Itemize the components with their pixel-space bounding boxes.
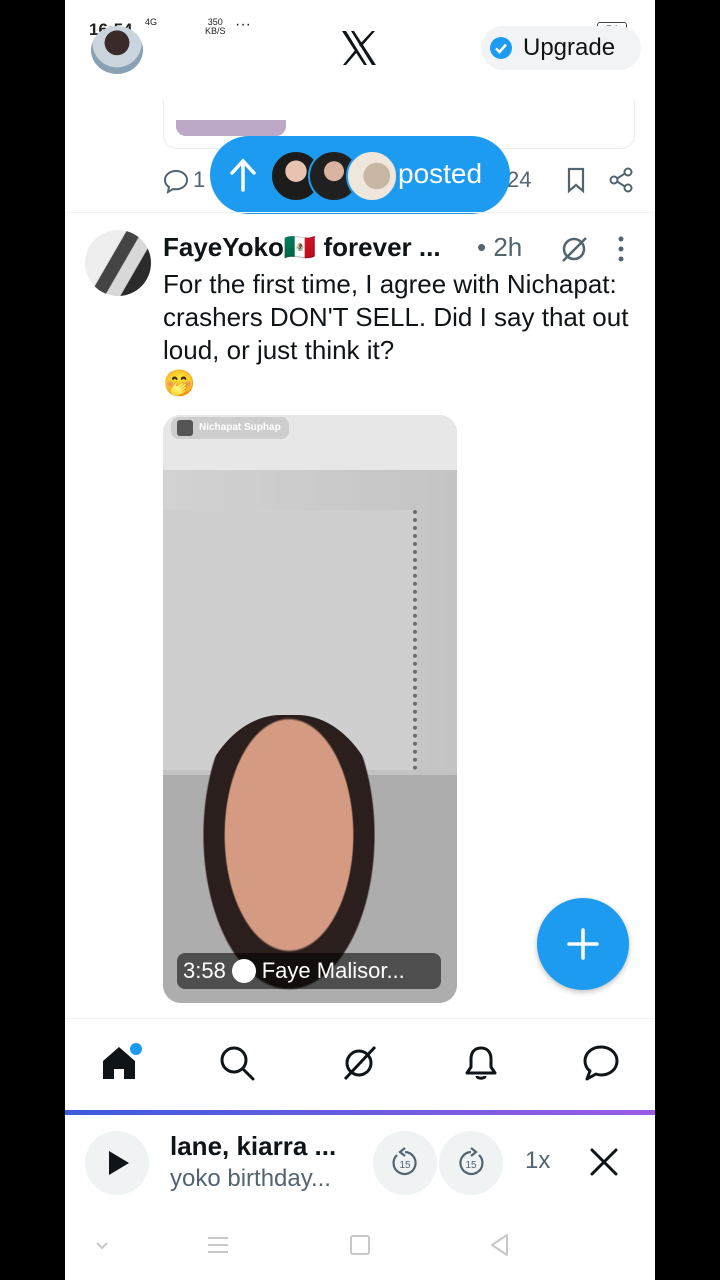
badge-avatar (177, 420, 193, 436)
chevron-down-icon[interactable] (89, 1232, 115, 1258)
search-icon[interactable] (217, 1043, 257, 1083)
plus-icon (567, 928, 599, 960)
video-caption: 3:58 Faye Malisor... (177, 953, 441, 989)
x-logo-icon[interactable] (339, 28, 379, 68)
reply-count: 1 (193, 167, 206, 192)
network-speed: 350 KB/S (205, 18, 226, 36)
views-count: 24 (507, 167, 532, 192)
upgrade-button[interactable]: Upgrade (481, 26, 641, 70)
skip-back-button[interactable]: 15 (373, 1131, 437, 1195)
new-posts-pill[interactable]: posted (210, 136, 510, 214)
author-avatar[interactable] (85, 230, 151, 296)
close-icon[interactable] (587, 1145, 621, 1179)
source-logo-icon (231, 959, 256, 983)
share-icon[interactable] (607, 166, 635, 194)
system-nav-bar (65, 1210, 655, 1280)
tweet-divider (65, 212, 655, 213)
video-source: Faye Malisor... (261, 958, 405, 983)
previous-tweet-image (176, 120, 286, 136)
compose-button[interactable] (537, 898, 629, 990)
status-more-icon: ··· (235, 16, 251, 33)
home-notification-dot (128, 1041, 144, 1057)
player-title: lane, kiarra ... (170, 1131, 337, 1161)
more-options-icon[interactable] (611, 234, 631, 264)
menu-icon[interactable] (205, 1232, 231, 1258)
bottom-nav (65, 1018, 655, 1111)
reply-icon[interactable] (163, 168, 189, 194)
play-button[interactable] (85, 1131, 149, 1195)
profile-avatar[interactable] (91, 26, 143, 74)
verified-badge-icon (490, 37, 512, 59)
network-indicator: 4G (145, 17, 158, 27)
speed-unit: KB/S (205, 26, 226, 36)
rewind-15-icon: 15 (392, 1147, 417, 1176)
bookmark-icon[interactable] (563, 166, 589, 194)
tweet-video[interactable]: Nichapat Suphap 3:58 Faye Malisor... (163, 415, 457, 1003)
playback-speed[interactable]: 1x (525, 1147, 550, 1175)
upgrade-label: Upgrade (523, 34, 616, 61)
messages-icon[interactable] (581, 1043, 621, 1083)
skip-back-label: 15 (399, 1160, 411, 1171)
grok-icon[interactable] (339, 1043, 379, 1083)
media-player: lane, kiarra ... yoko birthday... 15 15 … (65, 1115, 655, 1210)
back-icon[interactable] (487, 1232, 513, 1258)
player-subtitle: yoko birthday... (170, 1165, 331, 1192)
grok-icon[interactable] (559, 234, 589, 264)
poster-avatar (346, 150, 398, 202)
new-posts-label: posted (398, 158, 483, 189)
badge-label: Nichapat Suphap (199, 422, 281, 433)
forward-15-icon: 15 (459, 1147, 484, 1176)
home-square-icon[interactable] (347, 1232, 373, 1258)
author-name[interactable]: FayeYoko🇲🇽 forever ... (163, 232, 463, 263)
video-source-badge: Nichapat Suphap (171, 417, 289, 439)
app-screen: 16:54 4G 350 KB/S ··· 54 Upgrade 1 24 (65, 0, 655, 1280)
arrow-up-icon (230, 158, 256, 192)
play-icon (109, 1151, 129, 1175)
skip-forward-label: 15 (465, 1160, 477, 1171)
tweet-time: • 2h (477, 232, 523, 262)
video-duration: 3:58 (183, 958, 226, 983)
tweet-text: For the first time, I agree with Nichapa… (163, 269, 629, 398)
skip-forward-button[interactable]: 15 (439, 1131, 503, 1195)
notifications-icon[interactable] (461, 1043, 501, 1083)
